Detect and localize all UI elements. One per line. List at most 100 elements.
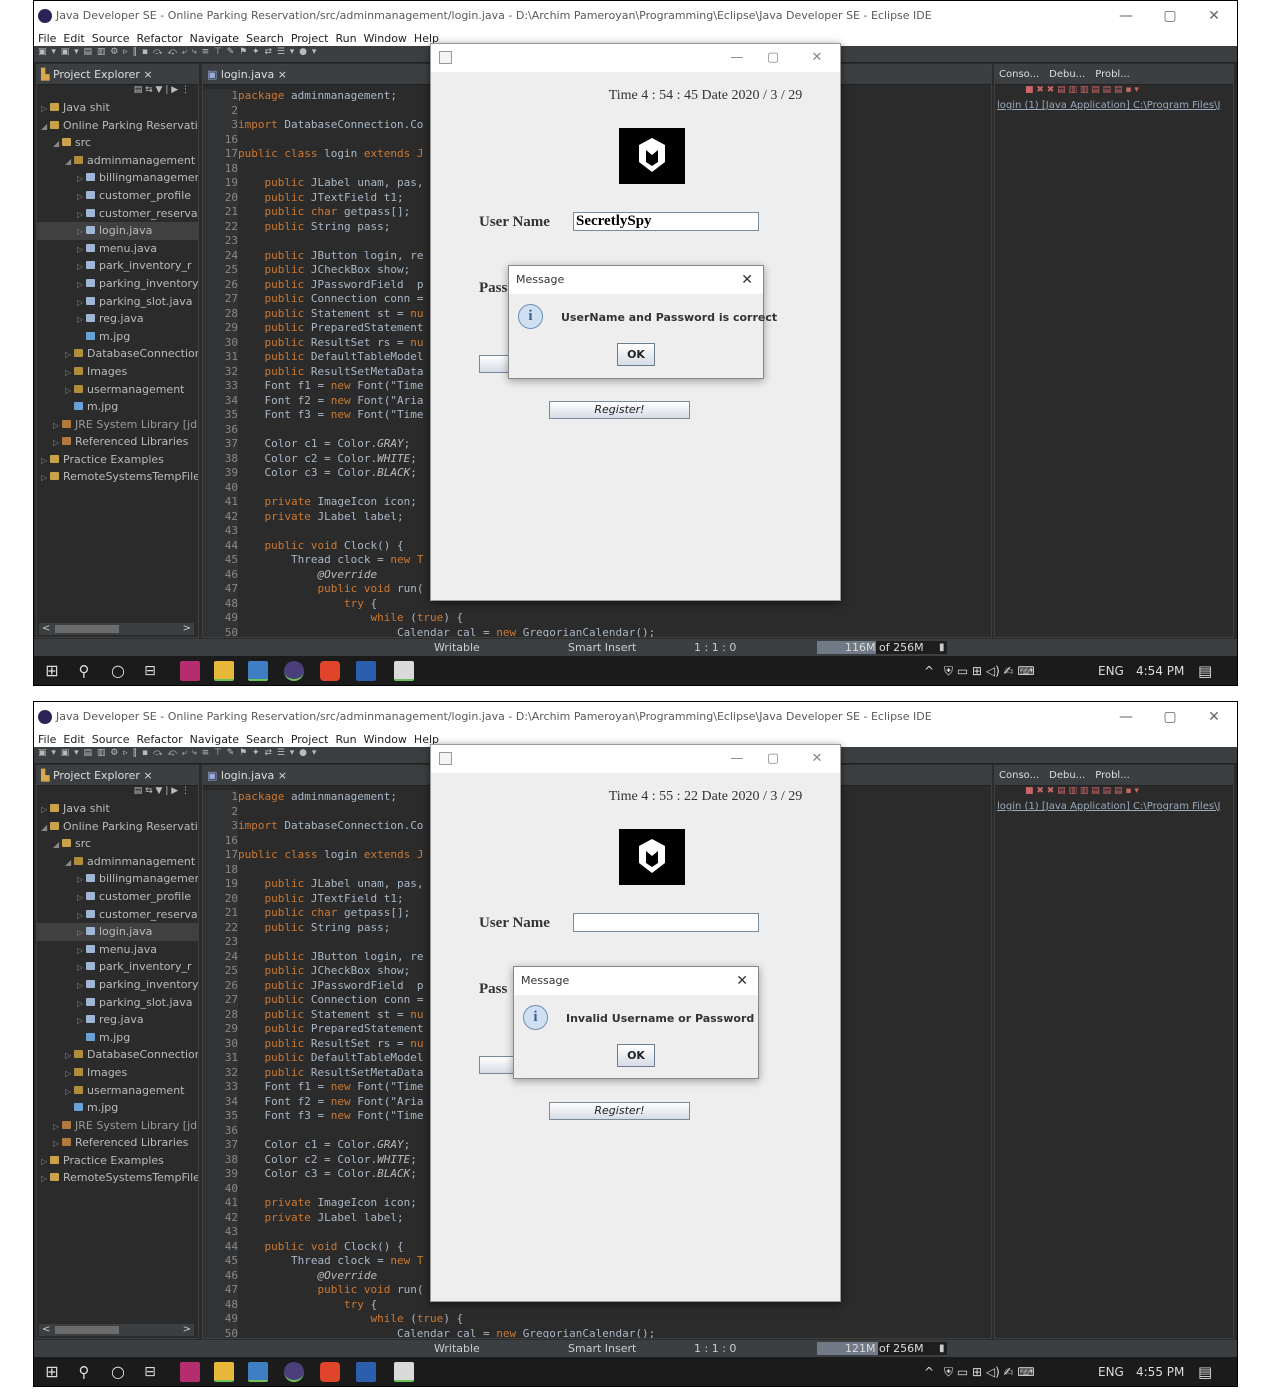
word-icon[interactable]: [356, 661, 376, 681]
xampp-icon[interactable]: [180, 661, 200, 681]
tree-item[interactable]: ◢ Online Parking Reservation: [37, 117, 198, 135]
toolbar-icons[interactable]: ▣ ▾ ▣ ▾ ▤ ▥ ⚙ ▹ ‖ ▪ ⤼ ⤽ ⤶ ⤷ ≡ ⊤ ✎ ⚑ ✦ ⇄ …: [38, 47, 317, 57]
console-tab-0[interactable]: Conso...: [999, 770, 1039, 781]
input-language[interactable]: ENG: [1098, 1357, 1124, 1386]
tree-item[interactable]: ▷ Practice Examples: [37, 451, 198, 469]
code-line[interactable]: 49 while (true) {: [203, 611, 991, 626]
expand-arrow-icon[interactable]: ◢: [41, 118, 50, 135]
tree-item[interactable]: ▷ JRE System Library [jdk: [37, 416, 198, 434]
expand-arrow-icon[interactable]: ◢: [53, 836, 62, 853]
minimize-button[interactable]: —: [1104, 1, 1148, 31]
start-windows-icon[interactable]: ⊞: [42, 661, 62, 681]
garbage-collect-icon[interactable]: ▮: [939, 1340, 945, 1357]
menu-project[interactable]: Project: [291, 733, 329, 746]
menu-search[interactable]: Search: [246, 733, 284, 746]
brave-browser-icon[interactable]: [320, 661, 340, 681]
tree-item[interactable]: ▷ DatabaseConnection: [37, 1046, 198, 1064]
project-explorer-tab[interactable]: ▙ Project Explorer ×: [37, 766, 198, 786]
explorer-horizontal-scrollbar[interactable]: < >: [39, 1324, 194, 1336]
close-button[interactable]: ✕: [1192, 702, 1236, 732]
menu-search[interactable]: Search: [246, 32, 284, 45]
tree-item[interactable]: ▷ parking_slot.java: [37, 994, 198, 1012]
tree-item[interactable]: m.jpg: [37, 328, 198, 346]
login-maximize-button[interactable]: ▢: [753, 44, 793, 72]
dialog-close-icon[interactable]: ✕: [741, 266, 753, 294]
tray-overflow-icon[interactable]: ^: [924, 656, 934, 685]
scroll-right-arrow[interactable]: >: [183, 1324, 191, 1336]
tree-item[interactable]: ▷ reg.java: [37, 1011, 198, 1029]
expand-arrow-icon[interactable]: ▷: [53, 434, 62, 451]
expand-arrow-icon[interactable]: ◢: [41, 819, 50, 836]
tree-item[interactable]: m.jpg: [37, 398, 198, 416]
tree-item[interactable]: ▷ Images: [37, 1064, 198, 1082]
login-close-button[interactable]: ✕: [797, 44, 837, 72]
expand-arrow-icon[interactable]: ▷: [77, 977, 86, 994]
start-windows-icon[interactable]: ⊞: [42, 1362, 62, 1382]
tree-item[interactable]: ▷ customer_reservation: [37, 906, 198, 924]
tree-item[interactable]: ◢ adminmanagement: [37, 853, 198, 871]
expand-arrow-icon[interactable]: ▷: [77, 942, 86, 959]
tree-item[interactable]: ▷ customer_reservation: [37, 205, 198, 223]
xampp-icon[interactable]: [180, 1362, 200, 1382]
tray-icons[interactable]: ⛨ ▭ ⊞ ◁) ✍ ⌨: [944, 656, 1035, 685]
heap-status[interactable]: 121M of 256M: [817, 1342, 947, 1355]
tray-icons[interactable]: ⛨ ▭ ⊞ ◁) ✍ ⌨: [944, 1357, 1035, 1386]
menu-project[interactable]: Project: [291, 32, 329, 45]
tree-item[interactable]: m.jpg: [37, 1099, 198, 1117]
expand-arrow-icon[interactable]: ▷: [77, 294, 86, 311]
menu-file[interactable]: File: [38, 32, 56, 45]
username-input[interactable]: SecretlySpy: [573, 212, 759, 231]
tree-item[interactable]: ▷ customer_profile: [37, 187, 198, 205]
ide-icon[interactable]: [248, 661, 268, 681]
menu-refactor[interactable]: Refactor: [137, 733, 183, 746]
menu-run[interactable]: Run: [335, 733, 356, 746]
tree-item[interactable]: ▷ billingmanagement: [37, 169, 198, 187]
expand-arrow-icon[interactable]: ◢: [65, 854, 74, 871]
console-tab-1[interactable]: Debu...: [1049, 770, 1085, 781]
tree-item[interactable]: ▷ menu.java: [37, 941, 198, 959]
expand-arrow-icon[interactable]: ▷: [77, 907, 86, 924]
close-button[interactable]: ✕: [1192, 1, 1236, 31]
expand-arrow-icon[interactable]: ◢: [65, 153, 74, 170]
expand-arrow-icon[interactable]: ▷: [77, 311, 86, 328]
ok-button[interactable]: OK: [617, 343, 655, 366]
task-view-icon[interactable]: ⊟: [140, 1362, 160, 1382]
input-language[interactable]: ENG: [1098, 656, 1124, 685]
menu-window[interactable]: Window: [364, 733, 407, 746]
expand-arrow-icon[interactable]: ▷: [41, 1153, 50, 1170]
heap-status[interactable]: 116M of 256M: [817, 641, 947, 654]
scroll-thumb[interactable]: [55, 1326, 119, 1334]
tree-item[interactable]: ◢ src: [37, 134, 198, 152]
expand-arrow-icon[interactable]: ▷: [65, 1047, 74, 1064]
tree-item[interactable]: ▷ login.java: [37, 222, 198, 240]
tree-item[interactable]: ▷ RemoteSystemsTempFiles: [37, 468, 198, 486]
tree-item[interactable]: ◢ src: [37, 835, 198, 853]
expand-arrow-icon[interactable]: ▷: [65, 1083, 74, 1100]
tree-item[interactable]: m.jpg: [37, 1029, 198, 1047]
expand-arrow-icon[interactable]: ▷: [77, 241, 86, 258]
menu-window[interactable]: Window: [364, 32, 407, 45]
tree-item[interactable]: ▷ Referenced Libraries: [37, 1134, 198, 1152]
menu-navigate[interactable]: Navigate: [190, 32, 239, 45]
username-input[interactable]: [573, 913, 759, 932]
tree-item[interactable]: ◢ adminmanagement: [37, 152, 198, 170]
expand-arrow-icon[interactable]: ▷: [53, 1118, 62, 1135]
garbage-collect-icon[interactable]: ▮: [939, 639, 945, 656]
tree-item[interactable]: ▷ Java shit: [37, 800, 198, 818]
expand-arrow-icon[interactable]: ▷: [77, 1012, 86, 1029]
expand-arrow-icon[interactable]: ▷: [41, 452, 50, 469]
expand-arrow-icon[interactable]: ▷: [65, 1065, 74, 1082]
expand-arrow-icon[interactable]: ▷: [77, 276, 86, 293]
menu-source[interactable]: Source: [92, 32, 130, 45]
expand-arrow-icon[interactable]: ▷: [65, 364, 74, 381]
tree-item[interactable]: ▷ JRE System Library [jdk: [37, 1117, 198, 1135]
expand-arrow-icon[interactable]: ▷: [41, 100, 50, 117]
console-toolbar[interactable]: ■ ✖ ✖ ▤ ▥ ▥ ▤ ▤ ▤ ▪ ▾: [995, 786, 1233, 800]
register-button[interactable]: Register!: [549, 1102, 690, 1120]
tree-item[interactable]: ▷ Images: [37, 363, 198, 381]
login-close-button[interactable]: ✕: [797, 745, 837, 773]
expand-arrow-icon[interactable]: ▷: [41, 801, 50, 818]
explorer-horizontal-scrollbar[interactable]: < >: [39, 623, 194, 635]
expand-arrow-icon[interactable]: ▷: [77, 889, 86, 906]
tree-item[interactable]: ▷ park_inventory_r: [37, 257, 198, 275]
